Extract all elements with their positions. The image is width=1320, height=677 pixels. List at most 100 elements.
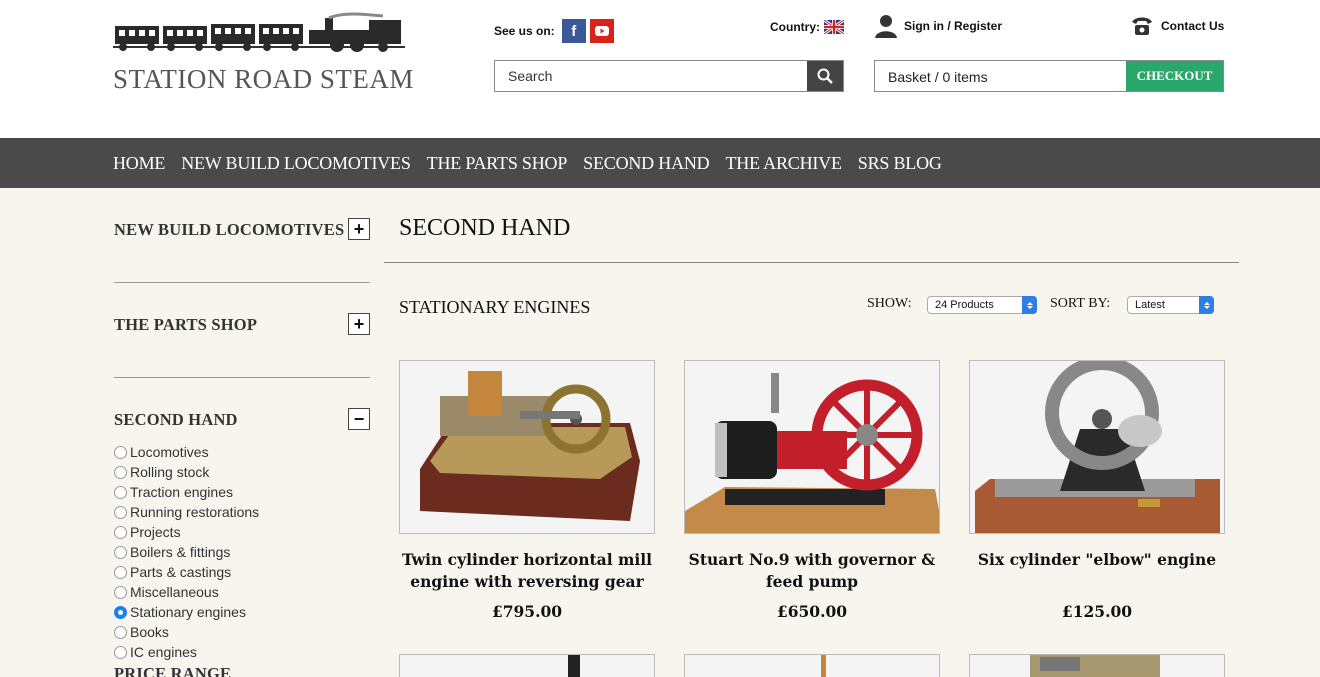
product-price: £125.00 xyxy=(1061,602,1133,621)
radio-button[interactable] xyxy=(114,625,127,639)
radio-button[interactable] xyxy=(114,605,127,619)
product-name[interactable]: Six cylinder "elbow" engine xyxy=(959,549,1235,571)
radio-button[interactable] xyxy=(114,445,127,459)
product-image[interactable] xyxy=(684,360,940,534)
mill-engine-image xyxy=(400,361,654,533)
category-label: Projects xyxy=(130,524,181,540)
sidebar-section-new-build: NEW BUILD LOCOMOTIVES + xyxy=(114,218,370,240)
product-image[interactable] xyxy=(969,360,1225,534)
phone-icon xyxy=(1132,17,1152,35)
product-image[interactable] xyxy=(684,654,940,677)
expand-icon[interactable]: + xyxy=(348,218,370,240)
radio-button[interactable] xyxy=(114,505,127,519)
title-divider xyxy=(384,262,1239,263)
radio-button[interactable] xyxy=(114,585,127,599)
social-links: See us on: f xyxy=(494,19,614,43)
show-count-select[interactable]: 24 Products xyxy=(927,296,1037,314)
category-option[interactable]: Miscellaneous xyxy=(114,582,259,602)
facebook-icon[interactable]: f xyxy=(561,19,586,43)
search-icon xyxy=(817,68,833,84)
select-arrows-icon xyxy=(1022,296,1037,314)
nav-item-second-hand[interactable]: SECOND HAND xyxy=(583,153,710,174)
uk-flag-icon xyxy=(824,20,844,34)
show-label: SHOW: xyxy=(867,296,912,311)
category-option[interactable]: Traction engines xyxy=(114,482,259,502)
category-label: Parts & castings xyxy=(130,564,232,580)
category-option[interactable]: Parts & castings xyxy=(114,562,259,582)
show-count-value: 24 Products xyxy=(935,299,994,311)
sign-in-link[interactable]: Sign in / Register xyxy=(874,14,1002,38)
checkout-button[interactable]: CHECKOUT xyxy=(1126,61,1223,91)
train-logo-icon xyxy=(113,12,405,52)
category-label: Boilers & fittings xyxy=(130,544,231,560)
product-price: £795.00 xyxy=(491,602,563,621)
sort-select[interactable]: Latest xyxy=(1127,296,1214,314)
radio-button[interactable] xyxy=(114,645,127,659)
youtube-icon[interactable] xyxy=(589,19,614,43)
category-option[interactable]: Projects xyxy=(114,522,259,542)
basket-bar: Basket / 0 items CHECKOUT xyxy=(874,60,1224,92)
see-us-label: See us on: xyxy=(494,24,555,38)
product-image-partial xyxy=(970,655,1224,677)
category-label: Running restorations xyxy=(130,504,260,520)
sidebar-divider xyxy=(114,377,370,378)
country-selector[interactable]: Country: xyxy=(770,20,844,34)
sidebar-section-title[interactable]: THE PARTS SHOP xyxy=(114,315,257,334)
nav-item-home[interactable]: HOME xyxy=(113,153,165,174)
product-name[interactable]: Twin cylinder horizontal mill engine wit… xyxy=(389,549,665,593)
sign-in-label: Sign in / Register xyxy=(904,19,1003,33)
collapse-icon[interactable]: − xyxy=(348,408,370,430)
category-label: Locomotives xyxy=(130,444,209,460)
radio-button[interactable] xyxy=(114,525,127,539)
radio-button[interactable] xyxy=(114,545,127,559)
category-label: Books xyxy=(130,624,169,640)
category-option[interactable]: Boilers & fittings xyxy=(114,542,259,562)
search-input[interactable] xyxy=(495,61,807,91)
contact-label: Contact Us xyxy=(1161,19,1225,33)
category-option[interactable]: Rolling stock xyxy=(114,462,259,482)
sidebar-divider xyxy=(114,282,370,283)
product-image[interactable] xyxy=(399,360,655,534)
radio-button[interactable] xyxy=(114,485,127,499)
category-option[interactable]: Stationary engines xyxy=(114,602,259,622)
site-logo[interactable]: STATION ROAD STEAM xyxy=(113,12,413,94)
second-hand-category-list: Locomotives Rolling stock Traction engines… xyxy=(114,442,259,662)
site-name: STATION ROAD STEAM xyxy=(113,64,414,94)
category-option[interactable]: IC engines xyxy=(114,642,259,662)
product-image[interactable] xyxy=(969,654,1225,677)
sidebar-section-title[interactable]: NEW BUILD LOCOMOTIVES xyxy=(114,220,344,239)
price-range-heading: PRICE RANGE xyxy=(114,664,232,677)
sidebar-section-title[interactable]: SECOND HAND xyxy=(114,410,238,429)
product-image[interactable] xyxy=(399,654,655,677)
radio-button[interactable] xyxy=(114,565,127,579)
category-label: Traction engines xyxy=(130,484,233,500)
category-option[interactable]: Running restorations xyxy=(114,502,259,522)
product-image-partial xyxy=(685,655,939,677)
site-header: STATION ROAD STEAM See us on: f Country:… xyxy=(0,0,1320,138)
page-title: SECOND HAND xyxy=(399,215,571,241)
sidebar-section-parts-shop: THE PARTS SHOP + xyxy=(114,313,370,335)
nav-item-archive[interactable]: THE ARCHIVE xyxy=(725,153,841,174)
category-option[interactable]: Locomotives xyxy=(114,442,259,462)
sort-label: SORT BY: xyxy=(1050,296,1111,311)
nav-item-parts-shop[interactable]: THE PARTS SHOP xyxy=(427,153,568,174)
stuart-engine-image xyxy=(685,361,939,533)
sidebar-section-second-hand: SECOND HAND − xyxy=(114,408,370,430)
search-button[interactable] xyxy=(807,61,843,91)
category-title: STATIONARY ENGINES xyxy=(399,297,591,317)
basket-summary[interactable]: Basket / 0 items xyxy=(888,69,988,85)
category-label: Rolling stock xyxy=(130,464,210,480)
contact-link[interactable]: Contact Us xyxy=(1131,16,1224,36)
product-name[interactable]: Stuart No.9 with governor & feed pump xyxy=(674,549,950,593)
nav-item-new-build-locomotives[interactable]: NEW BUILD LOCOMOTIVES xyxy=(181,153,411,174)
sort-value: Latest xyxy=(1135,299,1165,311)
category-option[interactable]: Books xyxy=(114,622,259,642)
elbow-engine-image xyxy=(970,361,1224,533)
country-label: Country: xyxy=(770,20,820,34)
product-price: £650.00 xyxy=(776,602,848,621)
nav-item-srs-blog[interactable]: SRS BLOG xyxy=(858,153,942,174)
category-label: IC engines xyxy=(130,644,197,660)
expand-icon[interactable]: + xyxy=(348,313,370,335)
category-label: Stationary engines xyxy=(130,604,246,620)
radio-button[interactable] xyxy=(114,465,127,479)
